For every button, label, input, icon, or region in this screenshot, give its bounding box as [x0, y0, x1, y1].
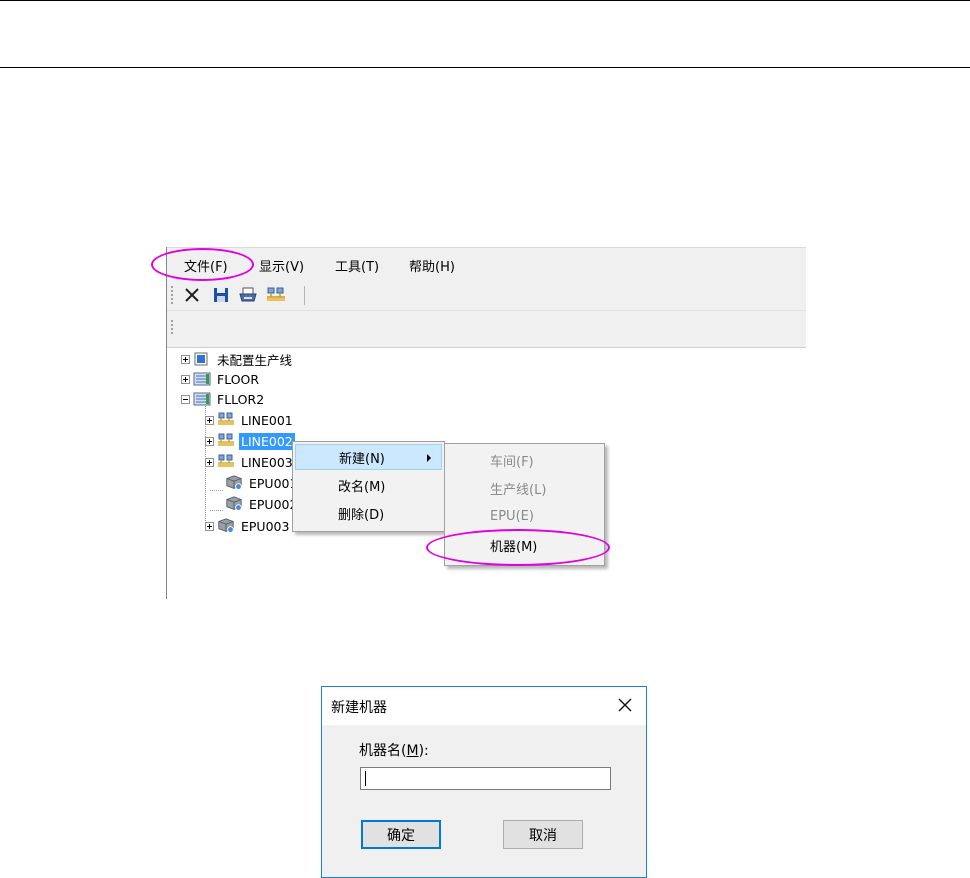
epu-icon	[225, 496, 243, 512]
submenu-item-production-line: 生产线(L)	[447, 475, 602, 501]
cancel-button[interactable]: 取消	[503, 820, 583, 849]
submenu-item-workshop: 车间(F)	[447, 447, 602, 473]
label-suffix: ):	[418, 743, 429, 759]
collapse-icon[interactable]	[181, 394, 190, 404]
menu-item-label: EPU(E)	[490, 508, 534, 524]
ok-button[interactable]: 确定	[361, 820, 441, 849]
menu-view[interactable]: 显示(V)	[259, 256, 304, 275]
machine-name-input[interactable]	[360, 767, 611, 790]
close-icon[interactable]	[616, 696, 634, 714]
tree-node-label: LINE001	[241, 412, 293, 428]
floor-icon	[193, 391, 211, 407]
tree-connector	[210, 510, 223, 511]
epu-icon	[217, 518, 235, 534]
menu-item-label: 车间(F)	[490, 454, 534, 470]
menu-item-rename[interactable]: 改名(M)	[295, 472, 442, 498]
tree-node[interactable]: EPU002	[225, 494, 299, 514]
tree-node-label: LINE002	[239, 432, 295, 450]
line-icon	[217, 454, 235, 470]
menu-item-label: 删除(D)	[338, 507, 385, 523]
tree-node-label: 未配置生产线	[217, 352, 293, 368]
secondary-toolbar	[167, 311, 806, 348]
menu-help[interactable]: 帮助(H)	[409, 256, 455, 275]
top-rule	[0, 0, 970, 1]
text-caret	[365, 771, 366, 786]
menu-tools[interactable]: 工具(T)	[335, 256, 379, 275]
menu-item-label: 改名(M)	[338, 479, 386, 495]
expand-icon[interactable]	[181, 354, 190, 364]
line-icon	[217, 433, 235, 449]
menu-item-label: 机器(M)	[490, 539, 538, 555]
label-prefix: 机器名(	[359, 743, 407, 759]
header-rule	[0, 67, 970, 68]
tree-node-label: LINE003	[241, 454, 293, 470]
context-menu: 新建(N) 改名(M) 删除(D)	[292, 441, 445, 532]
line-icon	[217, 412, 235, 428]
tree-node[interactable]: LINE003	[205, 452, 295, 472]
toolbar-grip[interactable]	[171, 286, 173, 304]
tree-node-label: FLOOR	[217, 371, 260, 387]
menu-item-label: 生产线(L)	[490, 482, 547, 498]
network-icon[interactable]	[265, 284, 287, 306]
submenu-item-epu: EPU(E)	[447, 503, 602, 529]
save-icon[interactable]	[210, 284, 232, 306]
unconfigured-line-icon	[193, 351, 211, 367]
tree-connector	[210, 490, 223, 491]
tree-node[interactable]: FLLOR2	[181, 389, 266, 409]
tree-node[interactable]: FLOOR	[181, 369, 261, 389]
dialog-title-bar: 新建机器	[322, 687, 646, 725]
tree-node-selected[interactable]: LINE002	[205, 431, 295, 451]
epu-icon	[225, 475, 243, 491]
tree-node[interactable]: EPU003	[205, 516, 291, 536]
toolbar	[167, 281, 806, 311]
print-icon[interactable]	[237, 284, 259, 306]
machine-name-label: 机器名(M):	[359, 740, 429, 760]
toolbar-separator	[304, 286, 305, 305]
tree-node[interactable]: 未配置生产线	[181, 349, 294, 369]
submenu-item-machine[interactable]: 机器(M)	[447, 532, 602, 558]
new-machine-dialog: 新建机器 机器名(M): 确定 取消	[321, 686, 647, 878]
toolbar-grip[interactable]	[171, 320, 173, 336]
expand-icon[interactable]	[205, 457, 214, 467]
tree-node[interactable]: LINE001	[205, 410, 295, 430]
tree-node-label: FLLOR2	[217, 391, 265, 407]
expand-icon[interactable]	[205, 521, 214, 531]
expand-icon[interactable]	[205, 436, 214, 446]
menu-item-label: 新建(N)	[339, 451, 385, 467]
tree-node[interactable]: EPU001	[225, 473, 299, 493]
delete-icon[interactable]	[181, 284, 203, 306]
label-mnemonic: M	[406, 743, 419, 759]
tree-node-label: EPU003	[241, 518, 290, 534]
submenu: 车间(F) 生产线(L) EPU(E) 机器(M)	[444, 443, 605, 566]
expand-icon[interactable]	[205, 415, 214, 425]
expand-icon[interactable]	[181, 374, 190, 384]
menu-item-delete[interactable]: 删除(D)	[295, 500, 442, 526]
menu-file[interactable]: 文件(F)	[184, 256, 228, 275]
menu-item-new[interactable]: 新建(N)	[295, 444, 442, 470]
floor-icon	[193, 371, 211, 387]
dialog-title: 新建机器	[331, 700, 387, 716]
submenu-arrow-icon	[427, 454, 431, 462]
menu-bar: 文件(F) 显示(V) 工具(T) 帮助(H)	[167, 247, 806, 282]
